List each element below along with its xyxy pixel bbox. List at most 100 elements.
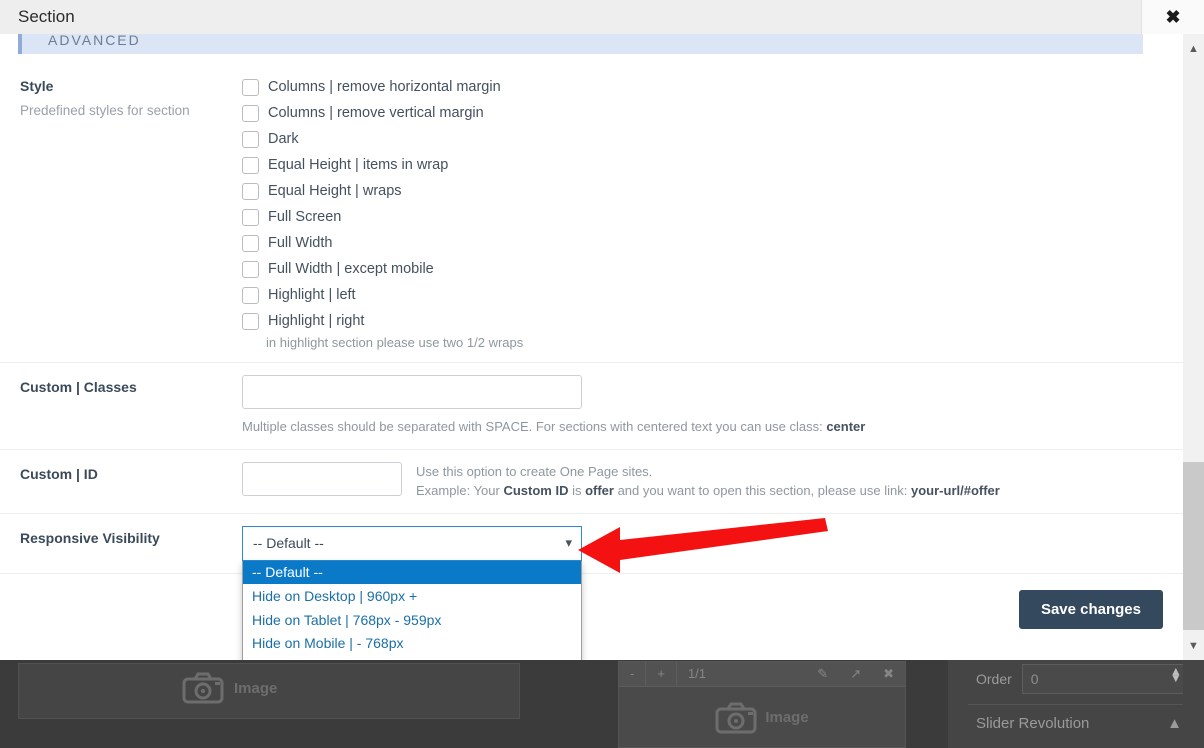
custom-id-label: Custom | ID xyxy=(20,465,98,482)
dropdown-option[interactable]: Hide on Desktop | 960px + xyxy=(243,584,581,608)
responsive-visibility-select[interactable]: -- Default -- ▾ xyxy=(242,525,582,561)
checkbox-input[interactable] xyxy=(242,260,259,278)
checkbox-label[interactable]: Highlight | right xyxy=(268,313,364,329)
selected-option-label: -- Default -- xyxy=(253,535,324,552)
checkbox-item[interactable]: Full Screen xyxy=(242,204,1163,230)
custom-classes-label: Custom | Classes xyxy=(20,379,137,395)
hint-b: Custom ID xyxy=(503,482,569,498)
custom-classes-hint-bold: center xyxy=(826,419,866,434)
checkbox-input[interactable] xyxy=(242,312,259,330)
advanced-banner: ADVANCED xyxy=(18,34,1143,54)
dropdown-option[interactable]: -- Default -- xyxy=(243,560,581,585)
dropdown-option[interactable]: Hide on Tablet | 768px - 959px xyxy=(243,608,581,632)
page-title: Section xyxy=(18,7,75,26)
checkbox-label[interactable]: Highlight | left xyxy=(268,287,356,303)
background-mid-image-placeholder: Image xyxy=(619,687,905,748)
checkbox-label[interactable]: Full Width xyxy=(268,235,332,251)
save-button[interactable]: Save changes xyxy=(1018,589,1163,629)
checkbox-input[interactable] xyxy=(242,78,259,96)
style-row: Style Predefined styles for section Colu… xyxy=(0,62,1183,363)
checkbox-label[interactable]: Equal Height | items in wrap xyxy=(268,157,448,173)
responsive-visibility-label: Responsive Visibility xyxy=(20,529,160,546)
checkbox-input[interactable] xyxy=(242,286,259,304)
custom-classes-row: Custom | Classes Multiple classes should… xyxy=(0,363,1183,450)
share-icon[interactable]: ↗ xyxy=(839,662,872,686)
hint-c: is xyxy=(568,482,586,498)
slider-revolution-row[interactable]: Slider Revolution ▲ xyxy=(948,705,1204,732)
style-label-col: Style Predefined styles for section xyxy=(20,62,242,362)
custom-id-input[interactable] xyxy=(242,461,402,496)
checkbox-label[interactable]: Dark xyxy=(268,131,299,147)
custom-id-hint-line1: Use this option to create One Page sites… xyxy=(416,463,653,479)
checkbox-item[interactable]: Columns | remove vertical margin xyxy=(242,100,1163,126)
scrollbar-thumb[interactable] xyxy=(1183,462,1204,630)
order-row: Order 0 ▲ ▼ xyxy=(948,655,1204,694)
dropdown-option[interactable]: Hide on Mobile | - 768px xyxy=(243,632,581,656)
checkbox-label[interactable]: Columns | remove horizontal margin xyxy=(268,79,501,95)
checkbox-input[interactable] xyxy=(242,104,259,122)
custom-classes-input[interactable] xyxy=(242,375,582,409)
style-description: Predefined styles for section xyxy=(20,103,190,118)
quantity-stepper[interactable]: ▲ ▼ xyxy=(1170,665,1182,685)
checkbox-item[interactable]: Equal Height | wraps xyxy=(242,178,1163,204)
background-left-image-placeholder: Image xyxy=(182,672,277,704)
close-icon[interactable]: ✖ xyxy=(1141,0,1204,34)
close-icon[interactable]: ✖ xyxy=(872,662,905,686)
chevron-up-icon[interactable]: ▲ xyxy=(1167,715,1182,732)
stepper-down-icon[interactable]: ▼ xyxy=(1170,672,1182,685)
background-scrollbar[interactable] xyxy=(1183,655,1204,748)
custom-id-hint-line2: Example: Your Custom ID is offer and you… xyxy=(416,482,1000,501)
checkbox-item[interactable]: Full Width | except mobile xyxy=(242,256,1163,282)
style-label: Style xyxy=(20,78,54,94)
background-mid-image-label: Image xyxy=(765,709,809,726)
checkbox-item[interactable]: Equal Height | items in wrap xyxy=(242,152,1163,178)
checkbox-input[interactable] xyxy=(242,208,259,226)
camera-icon xyxy=(715,702,757,734)
camera-icon xyxy=(182,672,224,704)
modal-title-bar: Section ✖ xyxy=(0,0,1204,35)
modal-body: ADVANCED Style Predefined styles for sec… xyxy=(0,34,1183,660)
custom-classes-label-col: Custom | Classes xyxy=(20,363,242,449)
checkbox-item[interactable]: Highlight | left xyxy=(242,282,1163,308)
checkbox-item[interactable]: Dark xyxy=(242,126,1163,152)
chevron-down-icon[interactable]: ▾ xyxy=(565,535,572,551)
custom-id-flex: Use this option to create One Page sites… xyxy=(242,461,1163,501)
modal-scrollbar[interactable]: ▲ ▼ xyxy=(1183,34,1204,660)
responsive-visibility-select-wrap: -- Default -- ▾ -- Default -- Hide on De… xyxy=(242,525,582,660)
background-right-panel: Order 0 ▲ ▼ Slider Revolution ▲ xyxy=(948,655,1204,748)
checkbox-label[interactable]: Equal Height | wraps xyxy=(268,183,402,199)
pencil-icon[interactable]: ✎ xyxy=(806,662,839,686)
checkbox-input[interactable] xyxy=(242,234,259,252)
checkbox-item[interactable]: Columns | remove horizontal margin xyxy=(242,74,1163,100)
hint-d: offer xyxy=(585,482,614,498)
section-settings-modal: Section ✖ ADVANCED Style Predefined styl… xyxy=(0,0,1204,660)
custom-id-row: Custom | ID Use this option to create On… xyxy=(0,450,1183,514)
checkbox-label[interactable]: Full Screen xyxy=(268,209,341,225)
checkbox-item[interactable]: Highlight | right xyxy=(242,308,1163,334)
chevron-up-icon[interactable]: ▲ xyxy=(1183,38,1204,59)
dropdown-option[interactable]: Hide on Desktop & Tablet xyxy=(243,655,581,660)
chevron-down-icon[interactable]: ▼ xyxy=(1183,635,1204,656)
slider-revolution-label: Slider Revolution xyxy=(976,715,1090,732)
custom-id-field: Use this option to create One Page sites… xyxy=(242,450,1163,513)
background-left-image-label: Image xyxy=(234,679,278,697)
checkbox-input[interactable] xyxy=(242,156,259,174)
style-hint: in highlight section please use two 1/2 … xyxy=(266,335,524,350)
zoom-out-button[interactable]: - xyxy=(619,662,647,686)
hint-e: and you want to open this section, pleas… xyxy=(613,482,911,498)
style-checkbox-list: Columns | remove horizontal margin Colum… xyxy=(242,62,1163,362)
checkbox-input[interactable] xyxy=(242,130,259,148)
checkbox-item[interactable]: Full Width xyxy=(242,230,1163,256)
zoom-in-button[interactable]: + xyxy=(646,662,677,686)
checkbox-input[interactable] xyxy=(242,182,259,200)
page-counter: 1/1 xyxy=(687,666,707,681)
order-input[interactable]: 0 ▲ ▼ xyxy=(1021,664,1187,694)
custom-classes-field: Multiple classes should be separated wit… xyxy=(242,363,1163,449)
checkbox-label[interactable]: Full Width | except mobile xyxy=(268,261,434,277)
custom-classes-hint-text: Multiple classes should be separated wit… xyxy=(242,419,827,434)
background-mid-toolbar: - + 1/1 ✎ ↗ ✖ xyxy=(619,662,905,687)
checkbox-label[interactable]: Columns | remove vertical margin xyxy=(268,105,484,121)
responsive-visibility-label-col: Responsive Visibility xyxy=(20,514,242,573)
responsive-visibility-option-list[interactable]: -- Default -- Hide on Desktop | 960px + … xyxy=(242,560,582,660)
background-mid-image-panel[interactable]: - + 1/1 ✎ ↗ ✖ Image xyxy=(618,661,906,748)
